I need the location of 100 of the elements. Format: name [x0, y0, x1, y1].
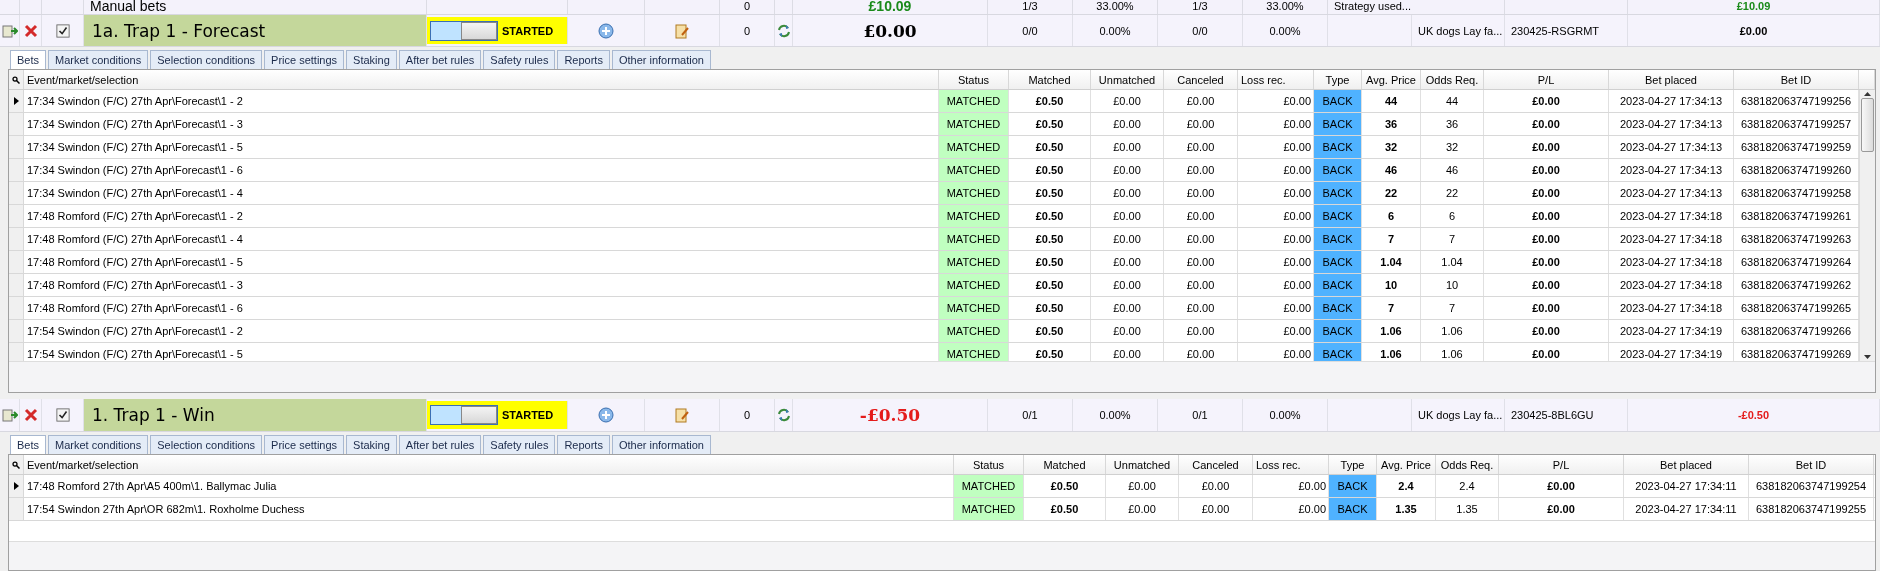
add-icon[interactable]: [598, 22, 614, 39]
column-header[interactable]: Bet placed: [1624, 455, 1749, 474]
delete-icon[interactable]: [22, 22, 39, 39]
delete-icon[interactable]: [22, 407, 39, 424]
tab[interactable]: After bet rules: [398, 435, 482, 454]
strategy-name: Manual bets: [84, 0, 427, 14]
tab[interactable]: Bets: [10, 50, 46, 70]
column-header[interactable]: Bet ID: [1749, 455, 1874, 474]
tab[interactable]: Price settings: [264, 435, 345, 454]
avg-price-cell: 7: [1362, 228, 1421, 251]
start-toggle[interactable]: [430, 405, 498, 426]
bet-row[interactable]: 17:48 Romford (F/C) 27th Apr\Forecast\1 - 4 MATCHED £0.50 £0.00 £0.00 £0.00 BACK 7 7 £0.00 2023-04-27 17:34:18 638182063747199263: [9, 228, 1859, 252]
pl-cell: £0.00: [1484, 297, 1609, 320]
avg-price-cell: 1.04: [1362, 251, 1421, 274]
row-header[interactable]: [9, 475, 24, 497]
column-header[interactable]: Status: [939, 70, 1009, 90]
status-cell: MATCHED: [954, 498, 1024, 520]
type-cell: BACK: [1314, 205, 1362, 228]
bet-row[interactable]: 17:34 Swindon (F/C) 27th Apr\Forecast\1 - 5 MATCHED £0.50 £0.00 £0.00 £0.00 BACK 32 32 £0.00 2023-04-27 17:34:13 638182063747199259: [9, 136, 1859, 160]
tab[interactable]: Safety rules: [483, 435, 556, 454]
search-icon[interactable]: [12, 460, 20, 469]
column-header[interactable]: P/L: [1499, 455, 1624, 474]
bet-count: 0: [720, 0, 775, 14]
tab[interactable]: Bets: [10, 435, 46, 454]
bet-row[interactable]: 17:34 Swindon (F/C) 27th Apr\Forecast\1 - 6 MATCHED £0.50 £0.00 £0.00 £0.00 BACK 46 46 £0.00 2023-04-27 17:34:13 638182063747199260: [9, 159, 1859, 183]
search-icon[interactable]: [12, 75, 20, 84]
tab[interactable]: Staking: [346, 435, 397, 454]
matched-cell: £0.50: [1009, 274, 1091, 297]
checkbox-icon[interactable]: [55, 23, 70, 38]
tab[interactable]: Reports: [557, 50, 610, 70]
status-cell: MATCHED: [939, 136, 1009, 159]
avg-price-cell: 36: [1362, 113, 1421, 136]
tab[interactable]: Other information: [611, 435, 711, 454]
edit-icon[interactable]: [674, 407, 690, 424]
column-header[interactable]: Status: [954, 455, 1024, 474]
odds-cell: 2.4: [1436, 475, 1499, 497]
start-toggle[interactable]: [430, 20, 498, 41]
canceled-cell: £0.00: [1164, 228, 1238, 251]
bet-row[interactable]: 17:54 Swindon 27th Apr\OR 682m\1. Roxholme Duchess MATCHED £0.50 £0.00 £0.00 £0.00 BACK 1.35 1.35 £0.00 2023-04-27 17:34:11 638182063747199255: [9, 498, 1875, 521]
tab[interactable]: After bet rules: [398, 50, 482, 70]
column-header[interactable]: Canceled: [1179, 455, 1253, 474]
column-header[interactable]: Unmatched: [1106, 455, 1179, 474]
scroll-thumb[interactable]: [1861, 98, 1874, 153]
bet-row[interactable]: 17:48 Romford (F/C) 27th Apr\Forecast\1 - 2 MATCHED £0.50 £0.00 £0.00 £0.00 BACK 6 6 £0.00 2023-04-27 17:34:18 638182063747199261: [9, 205, 1859, 229]
odds-cell: 36: [1421, 113, 1484, 136]
tab[interactable]: Selection conditions: [150, 50, 263, 70]
tab[interactable]: Safety rules: [483, 50, 556, 70]
type-cell: BACK: [1314, 90, 1362, 113]
column-header[interactable]: Avg. Price: [1362, 70, 1421, 90]
tab[interactable]: Reports: [557, 435, 610, 454]
column-header[interactable]: Event/market/selection: [24, 70, 939, 90]
edit-icon[interactable]: [674, 22, 690, 39]
strategy-code: 230425-8BL6GU: [1511, 409, 1594, 422]
unmatched-cell: £0.00: [1091, 159, 1164, 182]
column-header[interactable]: Loss rec.: [1238, 70, 1314, 90]
tab[interactable]: Staking: [346, 50, 397, 70]
bet-row[interactable]: 17:48 Romford 27th Apr\A5 400m\1. Ballymac Julia MATCHED £0.50 £0.00 £0.00 £0.00 BACK 2.4 2.4 £0.00 2023-04-27 17:34:11 638182063747199254: [9, 475, 1875, 498]
column-header[interactable]: Loss rec.: [1253, 455, 1329, 474]
column-header[interactable]: Type: [1314, 70, 1362, 90]
add-icon[interactable]: [598, 407, 614, 424]
refresh-icon[interactable]: [775, 407, 792, 424]
type-cell: BACK: [1314, 343, 1362, 362]
avg-price-cell: 1.06: [1362, 320, 1421, 343]
tab[interactable]: Selection conditions: [150, 435, 263, 454]
bet-row[interactable]: 17:48 Romford (F/C) 27th Apr\Forecast\1 - 5 MATCHED £0.50 £0.00 £0.00 £0.00 BACK 1.04 1.04 £0.00 2023-04-27 17:34:18 638182063747199264: [9, 251, 1859, 275]
bet-placed-cell: 2023-04-27 17:34:18: [1609, 205, 1734, 228]
tab[interactable]: Market conditions: [48, 435, 149, 454]
avg-price-cell: 1.35: [1377, 498, 1436, 520]
column-header[interactable]: Matched: [1024, 455, 1106, 474]
avg-price-cell: 6: [1362, 205, 1421, 228]
column-header[interactable]: Type: [1329, 455, 1377, 474]
column-header[interactable]: Odds Req.: [1436, 455, 1499, 474]
column-header[interactable]: Odds Req.: [1421, 70, 1484, 90]
strategy-name: 1a. Trap 1 - Forecast: [84, 14, 427, 47]
row-header[interactable]: [9, 90, 24, 113]
unmatched-cell: £0.00: [1091, 297, 1164, 320]
bet-row[interactable]: 17:48 Romford (F/C) 27th Apr\Forecast\1 - 6 MATCHED £0.50 £0.00 £0.00 £0.00 BACK 7 7 £0.00 2023-04-27 17:34:18 638182063747199265: [9, 297, 1859, 321]
column-header[interactable]: Bet ID: [1734, 70, 1859, 90]
scrollbar[interactable]: [1859, 90, 1875, 362]
column-header[interactable]: Bet placed: [1609, 70, 1734, 90]
export-icon[interactable]: [1, 22, 18, 39]
bet-row[interactable]: 17:48 Romford (F/C) 27th Apr\Forecast\1 - 3 MATCHED £0.50 £0.00 £0.00 £0.00 BACK 10 10 £0.00 2023-04-27 17:34:18 638182063747199262: [9, 274, 1859, 298]
tab[interactable]: Market conditions: [48, 50, 149, 70]
bet-row[interactable]: 17:34 Swindon (F/C) 27th Apr\Forecast\1 - 2 MATCHED £0.50 £0.00 £0.00 £0.00 BACK 44 44 £0.00 2023-04-27 17:34:13 638182063747199256: [9, 90, 1859, 114]
column-header[interactable]: P/L: [1484, 70, 1609, 90]
bet-row[interactable]: 17:34 Swindon (F/C) 27th Apr\Forecast\1 - 3 MATCHED £0.50 £0.00 £0.00 £0.00 BACK 36 36 £0.00 2023-04-27 17:34:13 638182063747199257: [9, 113, 1859, 137]
column-header[interactable]: Avg. Price: [1377, 455, 1436, 474]
bet-row[interactable]: 17:54 Swindon (F/C) 27th Apr\Forecast\1 - 2 MATCHED £0.50 £0.00 £0.00 £0.00 BACK 1.06 1.06 £0.00 2023-04-27 17:34:19 638182063747199266: [9, 320, 1859, 344]
column-header[interactable]: Canceled: [1164, 70, 1238, 90]
pl-cell: £0.00: [1499, 498, 1624, 520]
refresh-icon[interactable]: [775, 22, 792, 39]
bet-row[interactable]: 17:34 Swindon (F/C) 27th Apr\Forecast\1 - 4 MATCHED £0.50 £0.00 £0.00 £0.00 BACK 22 22 £0.00 2023-04-27 17:34:13 638182063747199258: [9, 182, 1859, 206]
export-icon[interactable]: [1, 407, 18, 424]
column-header[interactable]: Matched: [1009, 70, 1091, 90]
tab[interactable]: Other information: [611, 50, 711, 70]
tab[interactable]: Price settings: [264, 50, 345, 70]
odds-cell: 46: [1421, 159, 1484, 182]
checkbox-icon[interactable]: [55, 408, 70, 423]
column-header[interactable]: Event/market/selection: [24, 455, 954, 474]
column-header[interactable]: Unmatched: [1091, 70, 1164, 90]
